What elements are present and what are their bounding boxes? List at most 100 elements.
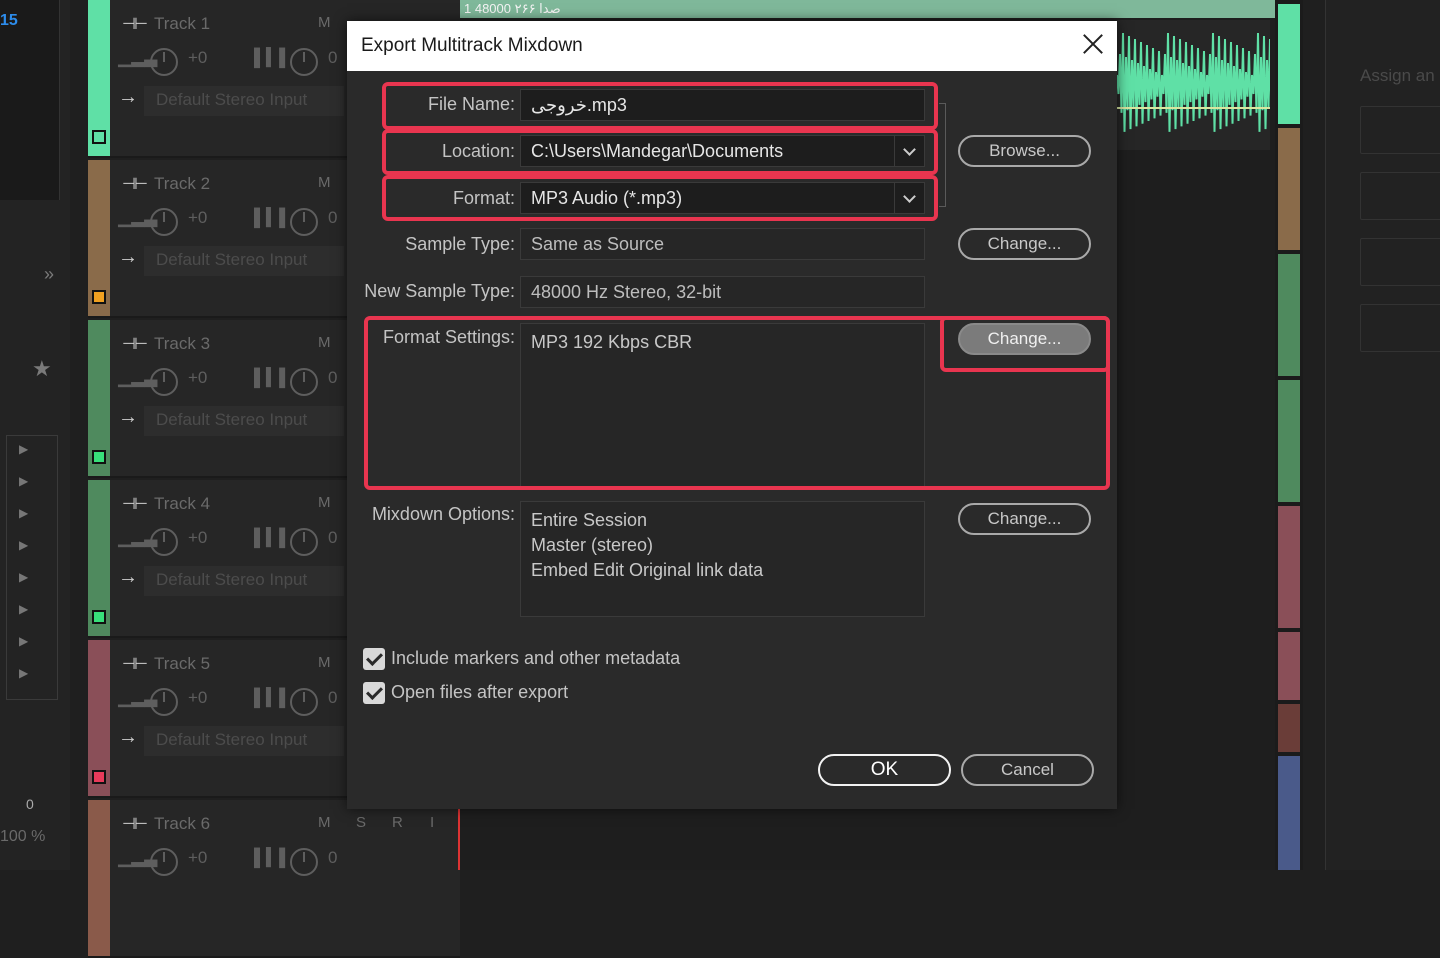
left-panel-inner: 15 [0, 0, 60, 200]
assign-label: Assign an [1360, 66, 1435, 85]
cancel-button[interactable]: Cancel [961, 754, 1094, 786]
format-select[interactable]: MP3 Audio (*.mp3) [520, 182, 925, 214]
format-settings-label: Format Settings: [382, 327, 515, 347]
sample-type-label: Sample Type: [405, 234, 515, 254]
waveform-icon: ⊣⊢ [122, 656, 148, 673]
assign-slot[interactable] [1360, 106, 1440, 154]
meter-segment [1278, 704, 1300, 752]
playhead[interactable] [458, 800, 460, 870]
expand-triangle-icon[interactable]: ▶ [19, 442, 28, 456]
meter-segment [1278, 506, 1300, 628]
location-select[interactable]: C:\Users\Mandegar\Documents [520, 135, 925, 167]
pan-value: 0 [328, 528, 338, 547]
include-markers-checkbox[interactable] [363, 648, 385, 670]
chevron-down-icon[interactable] [894, 136, 924, 166]
pan-value: 0 [328, 688, 338, 707]
mixdown-options-label: Mixdown Options: [371, 504, 515, 524]
volume-value: +0 [188, 848, 208, 867]
mixdown-change-button[interactable]: Change... [958, 503, 1091, 535]
track-name: Track 4 [154, 494, 211, 513]
sample-type-change-button[interactable]: Change... [958, 228, 1091, 260]
format-settings-change-button[interactable]: Change... [958, 323, 1091, 355]
file-name-label: File Name: [427, 94, 515, 114]
pan-meter-icon: ▌▍▌ [254, 48, 292, 67]
record-button[interactable]: R [392, 814, 403, 831]
close-icon[interactable] [1080, 31, 1106, 57]
dialog-title: Export Multitrack Mixdown [361, 35, 583, 56]
expand-triangle-icon[interactable]: ▶ [19, 506, 28, 520]
track-name: Track 2 [154, 174, 211, 193]
waveform [1116, 20, 1273, 150]
browse-button[interactable]: Browse... [958, 135, 1091, 167]
track-color-chip[interactable] [92, 130, 106, 144]
track-row[interactable]: ⊣⊢ Track 6 M ▁▂▃ +0 ▌▍▌ 0 S R I [88, 800, 460, 958]
mute-button[interactable]: M [318, 334, 331, 351]
pan-value: 0 [328, 48, 338, 67]
expand-triangle-icon[interactable]: ▶ [19, 474, 28, 488]
star-icon[interactable]: ★ [32, 356, 52, 382]
expand-arrows-icon[interactable]: » [44, 264, 54, 285]
level-meter [1275, 0, 1303, 870]
expand-triangle-icon[interactable]: ▶ [19, 570, 28, 584]
waveform-icon: ⊣⊢ [122, 176, 148, 193]
volume-knob[interactable] [150, 528, 178, 556]
track-color-chip[interactable] [92, 290, 106, 304]
input-label: Default Stereo Input [156, 410, 308, 429]
input-monitor-button[interactable]: I [430, 814, 434, 831]
track-color-chip[interactable] [92, 610, 106, 624]
expand-triangle-icon[interactable]: ▶ [19, 634, 28, 648]
open-files-checkbox[interactable] [363, 682, 385, 704]
clip-header[interactable]: 1 48000 ۲۶۶ صدا [460, 0, 1275, 18]
assign-slot[interactable] [1360, 172, 1440, 220]
volume-knob[interactable] [150, 688, 178, 716]
pan-knob[interactable] [290, 688, 318, 716]
chevron-down-icon[interactable] [894, 183, 924, 213]
expand-triangle-icon[interactable]: ▶ [19, 666, 28, 680]
mute-button[interactable]: M [318, 654, 331, 671]
assign-slot[interactable] [1360, 304, 1440, 352]
meter-segment [1278, 380, 1300, 502]
waveform-icon: ⊣⊢ [122, 496, 148, 513]
waveform-icon: ⊣⊢ [122, 336, 148, 353]
track-color-chip[interactable] [92, 770, 106, 784]
mute-button[interactable]: M [318, 494, 331, 511]
expand-triangle-icon[interactable]: ▶ [19, 602, 28, 616]
ok-button[interactable]: OK [818, 754, 951, 786]
mute-button[interactable]: M [318, 814, 331, 831]
expand-triangle-icon[interactable]: ▶ [19, 538, 28, 552]
new-sample-type-label: New Sample Type: [364, 281, 515, 301]
pan-knob[interactable] [290, 208, 318, 236]
volume-knob[interactable] [150, 48, 178, 76]
pan-meter-icon: ▌▍▌ [254, 688, 292, 707]
pan-meter-icon: ▌▍▌ [254, 368, 292, 387]
volume-knob[interactable] [150, 848, 178, 876]
pan-meter-icon: ▌▍▌ [254, 848, 292, 867]
mixdown-option-line: Embed Edit Original link data [531, 560, 764, 580]
volume-value: +0 [188, 208, 208, 227]
format-settings-value: MP3 192 Kbps CBR [531, 332, 693, 352]
meter-segment [1278, 756, 1300, 870]
pan-value: 0 [328, 208, 338, 227]
input-arrow-icon: → [118, 406, 138, 428]
pan-meter-icon: ▌▍▌ [254, 528, 292, 547]
assign-slot[interactable] [1360, 238, 1440, 286]
format-label: Format: [452, 188, 515, 208]
input-label: Default Stereo Input [156, 90, 308, 109]
pan-knob[interactable] [290, 368, 318, 396]
track-color-strip [88, 800, 110, 956]
track-name: Track 6 [154, 814, 211, 833]
pan-knob[interactable] [290, 848, 318, 876]
mute-button[interactable]: M [318, 174, 331, 191]
volume-knob[interactable] [150, 208, 178, 236]
file-name-input[interactable]: خروجی.mp3 [520, 89, 925, 121]
track-color-chip[interactable] [92, 450, 106, 464]
waveform-icon: ⊣⊢ [122, 16, 148, 33]
mute-button[interactable]: M [318, 14, 331, 31]
pan-knob[interactable] [290, 528, 318, 556]
format-value: MP3 Audio (*.mp3) [531, 188, 683, 208]
input-arrow-icon: → [118, 246, 138, 268]
location-label: Location: [441, 141, 515, 161]
solo-button[interactable]: S [356, 814, 366, 831]
volume-knob[interactable] [150, 368, 178, 396]
pan-knob[interactable] [290, 48, 318, 76]
